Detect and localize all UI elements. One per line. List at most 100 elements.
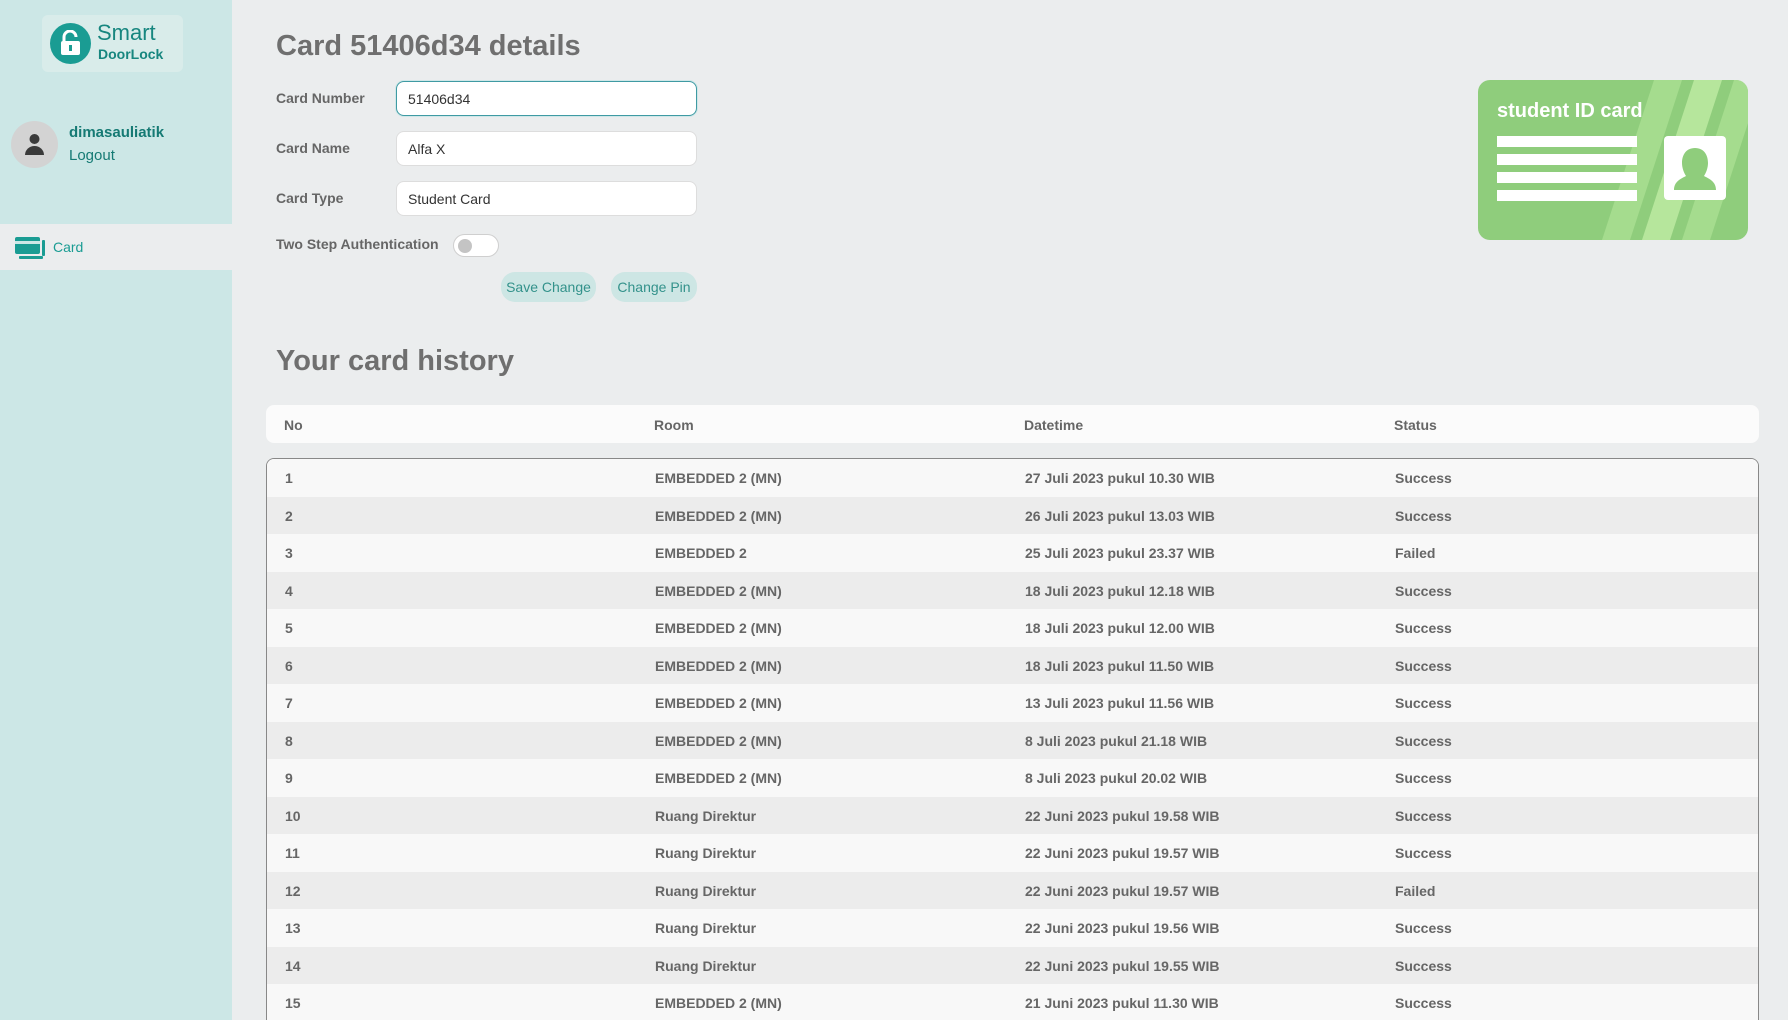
cell-status: Success <box>1395 807 1452 824</box>
card-name-field[interactable] <box>396 131 697 166</box>
cell-datetime: 22 Juni 2023 pukul 19.57 WIB <box>1025 882 1220 899</box>
card-type-label: Card Type <box>276 190 344 206</box>
cell-no: 1 <box>285 470 293 486</box>
history-table: 1 EMBEDDED 2 (MN) 27 Juli 2023 pukul 10.30… <box>266 458 1759 1020</box>
sidebar-item-label: Card <box>53 239 84 255</box>
cell-room: EMBEDDED 2 (MN) <box>655 770 782 786</box>
logo-text-smart: Smart <box>97 20 156 45</box>
two-step-toggle[interactable] <box>453 234 499 257</box>
cell-status: Success <box>1395 507 1452 524</box>
id-card-line <box>1497 154 1637 165</box>
card-name-label: Card Name <box>276 140 350 156</box>
card-number-label: Card Number <box>276 90 365 106</box>
cell-datetime: 8 Juli 2023 pukul 21.18 WIB <box>1025 732 1208 749</box>
cell-no: 8 <box>285 732 293 749</box>
table-row[interactable]: 15 EMBEDDED 2 (MN) 21 Juni 2023 pukul 11.3… <box>267 984 1758 1020</box>
card-number-field[interactable] <box>396 81 697 116</box>
cell-room: EMBEDDED 2 (MN) <box>655 620 782 636</box>
id-card-line <box>1497 190 1637 201</box>
cell-status: Success <box>1395 620 1452 636</box>
column-header-datetime: Datetime <box>1024 417 1084 433</box>
cell-no: 9 <box>285 770 293 786</box>
cell-no: 12 <box>285 882 301 899</box>
cell-no: 7 <box>285 695 293 711</box>
cell-status: Success <box>1395 770 1452 786</box>
table-row[interactable]: 1 EMBEDDED 2 (MN) 27 Juli 2023 pukul 10.30… <box>267 459 1758 497</box>
table-row[interactable]: 5 EMBEDDED 2 (MN) 18 Juli 2023 pukul 12.00… <box>267 609 1758 647</box>
id-card-title: student ID card <box>1497 100 1643 122</box>
column-header-room: Room <box>654 417 694 433</box>
cell-room: EMBEDDED 2 (MN) <box>655 657 782 674</box>
cell-status: Success <box>1395 582 1452 599</box>
cell-datetime: 22 Juni 2023 pukul 19.57 WIB <box>1025 845 1220 861</box>
table-row[interactable]: 12 Ruang Direktur 22 Juni 2023 pukul 19.57… <box>267 871 1758 909</box>
cell-datetime: 22 Juni 2023 pukul 19.56 WIB <box>1025 920 1220 936</box>
logo-text-doorlock: DoorLock <box>98 46 164 62</box>
cell-datetime: 22 Juni 2023 pukul 19.55 WIB <box>1025 957 1220 974</box>
sidebar: Smart DoorLock dimasauliatik Logout Card <box>0 0 232 1020</box>
cell-room: EMBEDDED 2 (MN) <box>655 507 782 524</box>
cell-no: 10 <box>285 807 301 824</box>
cell-no: 5 <box>285 620 293 636</box>
card-icon <box>15 237 45 259</box>
cell-datetime: 27 Juli 2023 pukul 10.30 WIB <box>1025 470 1215 486</box>
cell-status: Failed <box>1395 545 1436 561</box>
table-row[interactable]: 9 EMBEDDED 2 (MN) 8 Juli 2023 pukul 20.02 … <box>267 759 1758 797</box>
student-id-card-illustration: student ID card <box>1478 80 1748 240</box>
history-title: Your card history <box>276 345 514 377</box>
cell-no: 4 <box>285 582 293 599</box>
cell-room: Ruang Direktur <box>655 845 757 861</box>
cell-no: 13 <box>285 920 301 936</box>
table-row[interactable]: 11 Ruang Direktur 22 Juni 2023 pukul 19.57… <box>267 834 1758 872</box>
table-header: No Room Datetime Status <box>266 405 1759 443</box>
cell-status: Success <box>1395 957 1452 974</box>
cell-no: 11 <box>285 845 300 861</box>
two-step-label: Two Step Authentication <box>276 236 439 252</box>
cell-datetime: 18 Juli 2023 pukul 11.50 WIB <box>1025 657 1215 674</box>
table-row[interactable]: 7 EMBEDDED 2 (MN) 13 Juli 2023 pukul 11.56… <box>267 684 1758 722</box>
cell-status: Success <box>1395 695 1452 711</box>
cell-status: Success <box>1395 920 1452 936</box>
cell-room: EMBEDDED 2 (MN) <box>655 695 782 711</box>
avatar <box>11 121 58 168</box>
column-header-no: No <box>284 417 303 433</box>
cell-room: EMBEDDED 2 (MN) <box>655 582 782 599</box>
table-row[interactable]: 3 EMBEDDED 2 25 Juli 2023 pukul 23.37 WIB F… <box>267 534 1758 572</box>
cell-room: EMBEDDED 2 (MN) <box>655 470 782 486</box>
person-icon <box>1664 136 1726 200</box>
cell-room: EMBEDDED 2 <box>655 545 747 561</box>
table-row[interactable]: 4 EMBEDDED 2 (MN) 18 Juli 2023 pukul 12.18… <box>267 571 1758 609</box>
table-row[interactable]: 6 EMBEDDED 2 (MN) 18 Juli 2023 pukul 11.50… <box>267 646 1758 684</box>
cell-datetime: 18 Juli 2023 pukul 12.00 WIB <box>1025 620 1215 636</box>
change-pin-button[interactable]: Change Pin <box>611 272 697 302</box>
cell-no: 6 <box>285 657 293 674</box>
card-type-field[interactable] <box>396 181 697 216</box>
logout-link[interactable]: Logout <box>69 147 115 164</box>
cell-status: Success <box>1395 657 1452 674</box>
cell-status: Success <box>1395 470 1452 486</box>
cell-room: EMBEDDED 2 (MN) <box>655 732 782 749</box>
cell-room: Ruang Direktur <box>655 920 757 936</box>
user-icon <box>25 134 44 155</box>
cell-datetime: 8 Juli 2023 pukul 20.02 WIB <box>1025 770 1208 786</box>
table-row[interactable]: 2 EMBEDDED 2 (MN) 26 Juli 2023 pukul 13.03… <box>267 496 1758 534</box>
cell-datetime: 25 Juli 2023 pukul 23.37 WIB <box>1025 545 1215 561</box>
cell-status: Failed <box>1395 882 1436 899</box>
cell-status: Success <box>1395 732 1452 749</box>
page-title: Card 51406d34 details <box>276 30 581 62</box>
table-row[interactable]: 8 EMBEDDED 2 (MN) 8 Juli 2023 pukul 21.18 … <box>267 721 1758 759</box>
table-row[interactable]: 10 Ruang Direktur 22 Juni 2023 pukul 19.58… <box>267 796 1758 834</box>
cell-status: Success <box>1395 845 1452 861</box>
toggle-knob <box>458 239 472 253</box>
username: dimasauliatik <box>69 124 165 141</box>
save-change-button[interactable]: Save Change <box>501 272 596 302</box>
cell-datetime: 13 Juli 2023 pukul 11.56 WIB <box>1025 695 1215 711</box>
table-row[interactable]: 13 Ruang Direktur 22 Juni 2023 pukul 19.56… <box>267 909 1758 947</box>
cell-no: 3 <box>285 545 293 561</box>
cell-room: Ruang Direktur <box>655 882 757 899</box>
cell-room: Ruang Direktur <box>655 957 757 974</box>
cell-datetime: 21 Juni 2023 pukul 11.30 WIB <box>1025 995 1219 1011</box>
sidebar-item-card[interactable]: Card <box>0 224 232 270</box>
app-logo[interactable]: Smart DoorLock <box>42 15 183 72</box>
table-row[interactable]: 14 Ruang Direktur 22 Juni 2023 pukul 19.55… <box>267 946 1758 984</box>
